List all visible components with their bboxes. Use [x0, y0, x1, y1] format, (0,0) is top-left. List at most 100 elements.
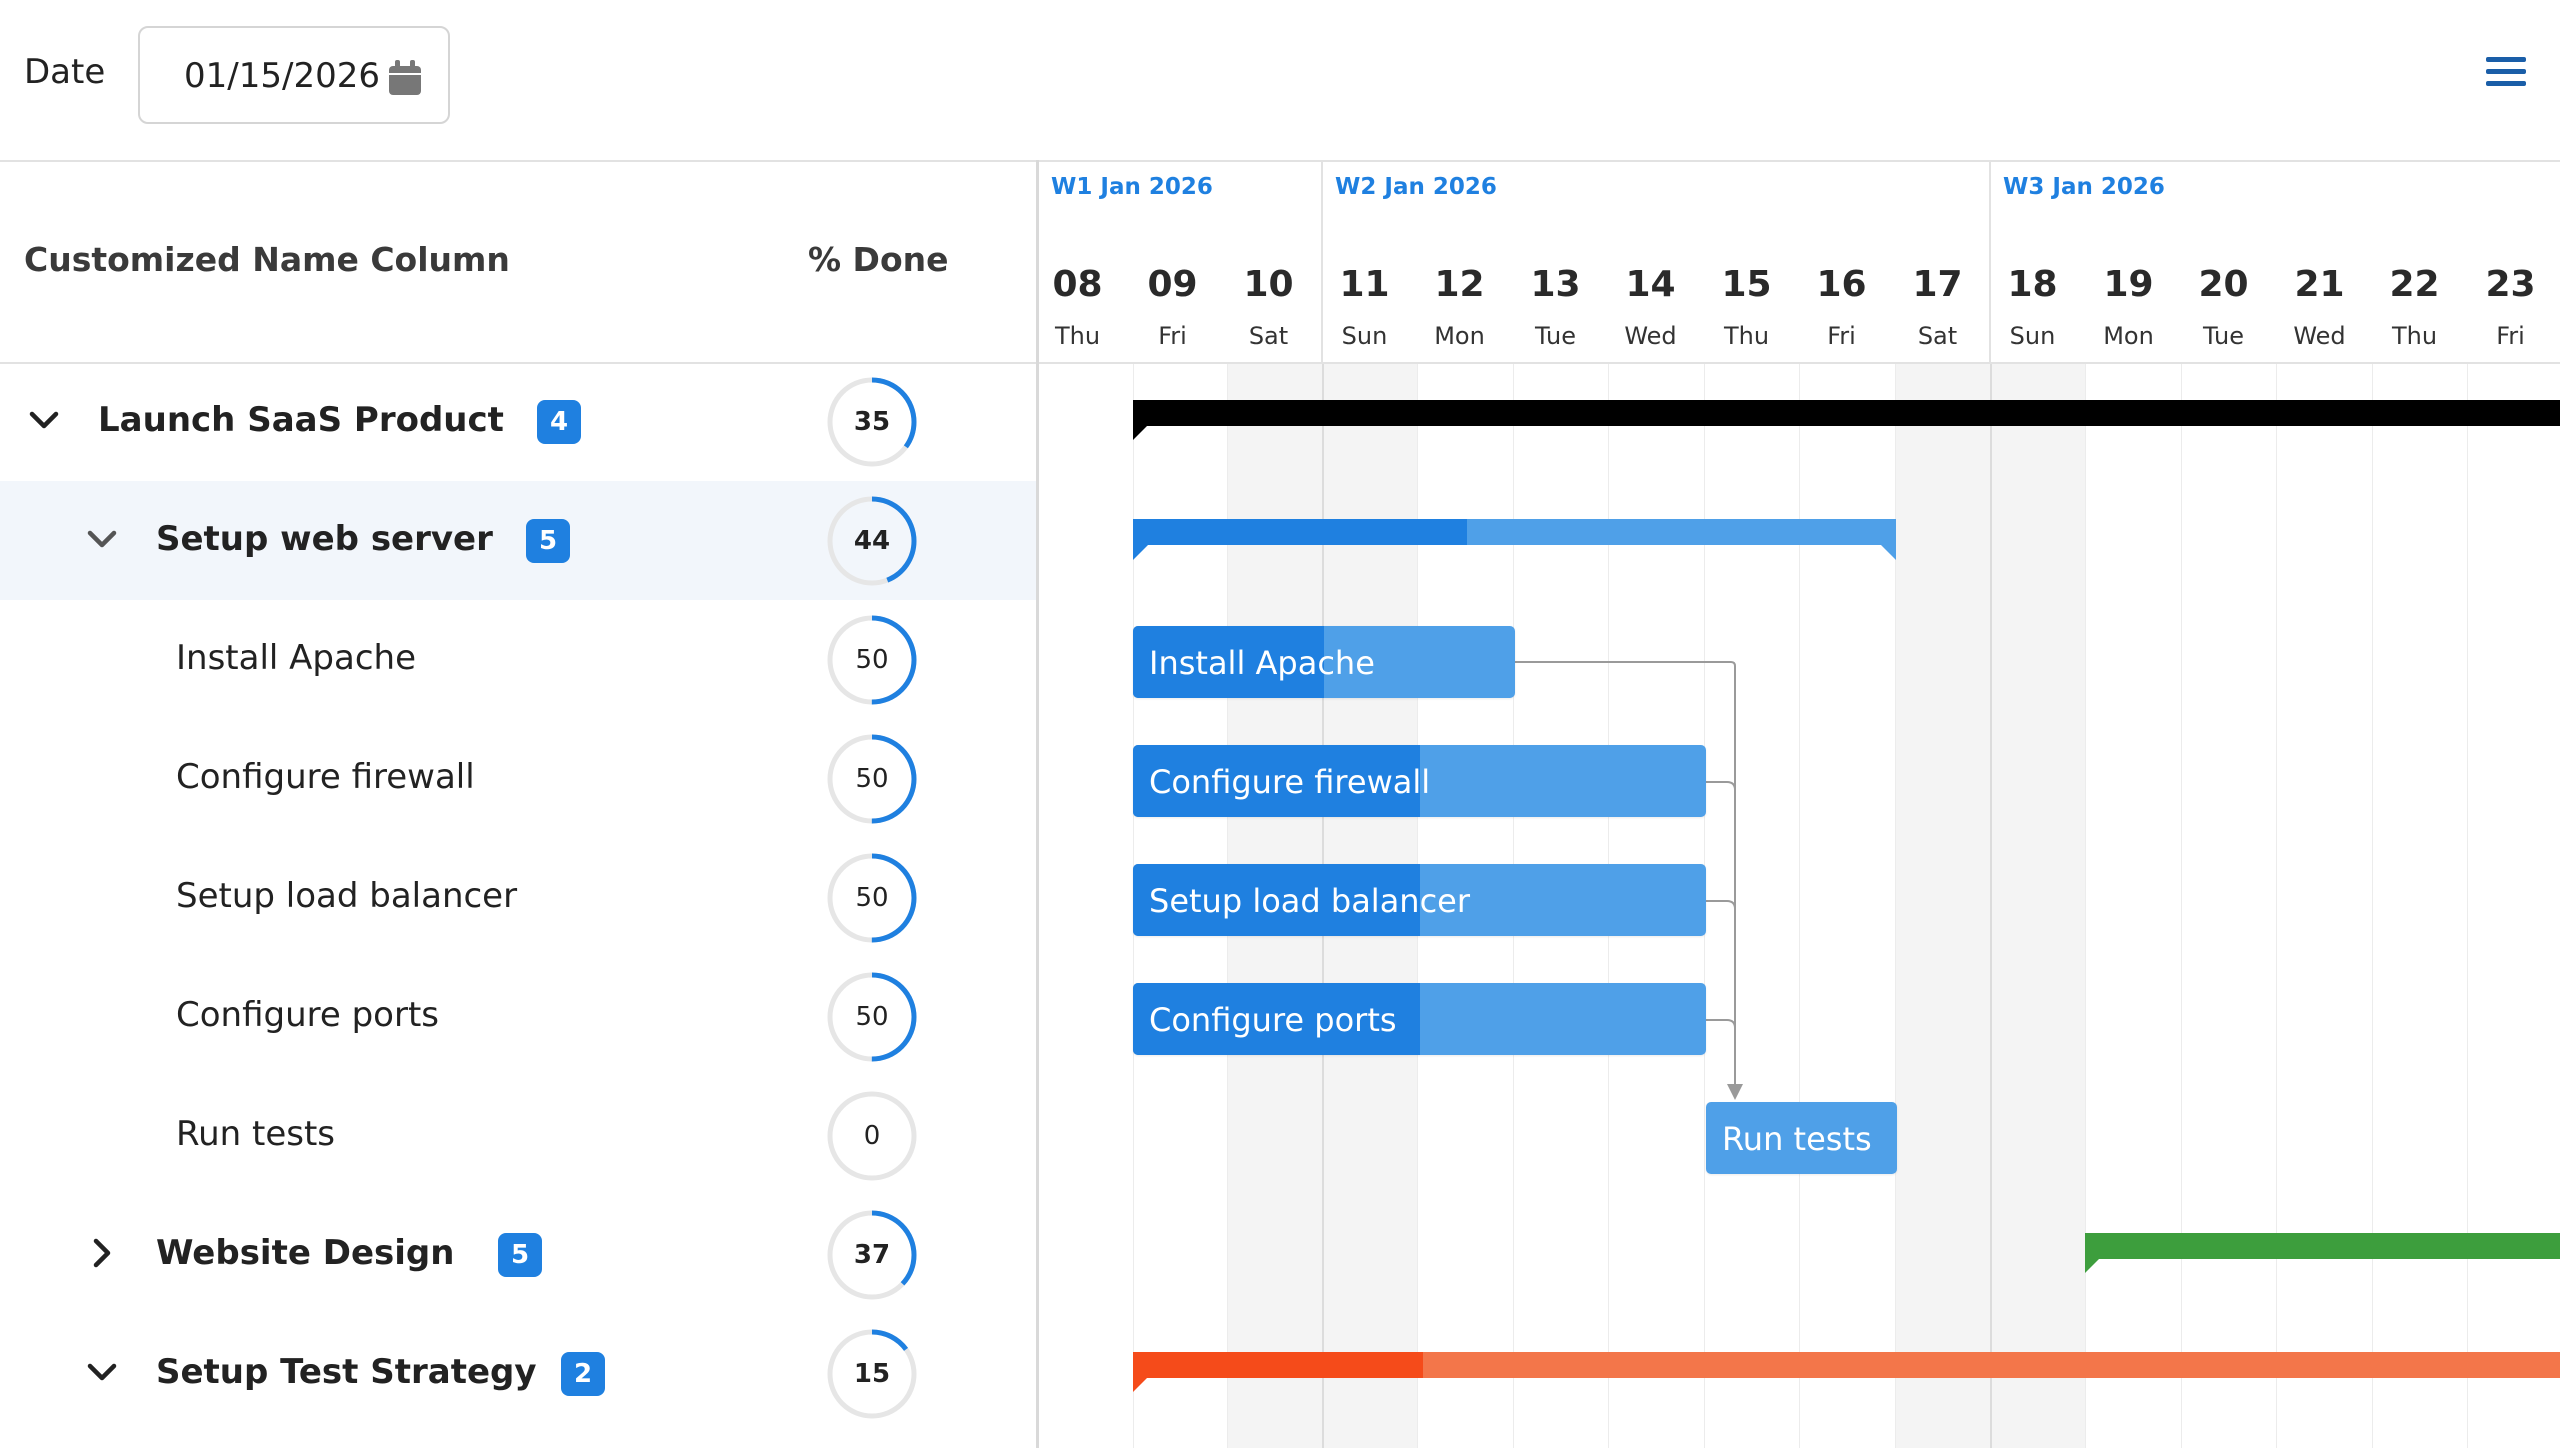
- child-count-badge: 5: [526, 519, 570, 563]
- grid-row-setup-load-balancer[interactable]: Setup load balancer 50: [0, 838, 1036, 957]
- day-name: Thu: [1054, 322, 1101, 350]
- child-count-badge: 5: [498, 1233, 542, 1277]
- day-name: Thu: [1723, 322, 1770, 350]
- task-name[interactable]: Setup web server: [156, 519, 493, 559]
- task-bar-label: Configure firewall: [1149, 763, 1431, 801]
- grid-row-website-design[interactable]: Website Design 5 37: [0, 1195, 1036, 1314]
- grid-body: Launch SaaS Product 4 35 Setup web serve…: [0, 362, 1036, 1448]
- child-count-badge: 2: [561, 1352, 605, 1396]
- task-bar-install-apache[interactable]: Install Apache: [1133, 626, 1515, 698]
- grid-row-install-apache[interactable]: Install Apache 50: [0, 600, 1036, 719]
- summary-bar-start-notch: [1133, 424, 1149, 440]
- day-number: 08: [1052, 264, 1103, 305]
- grid-header: Customized Name Column % Done: [0, 162, 1036, 364]
- summary-bar-website-design[interactable]: [2085, 1233, 2560, 1259]
- dependency-line: [1706, 1019, 1736, 1029]
- percent-done-ring: 35: [826, 376, 918, 468]
- percent-done-value: 50: [855, 645, 889, 675]
- task-bar-label: Run tests: [1722, 1120, 1872, 1158]
- percent-done-value: 0: [863, 1121, 881, 1151]
- task-bar-label: Install Apache: [1149, 644, 1375, 682]
- date-field[interactable]: [138, 26, 450, 124]
- task-bar-label: Configure ports: [1149, 1001, 1397, 1039]
- timeline-header: W1 Jan 2026 W2 Jan 2026 W3 Jan 2026 08 T…: [1039, 162, 2560, 364]
- task-bar-configure-firewall[interactable]: Configure firewall: [1133, 745, 1706, 817]
- dependency-line: [1706, 900, 1736, 910]
- task-name[interactable]: Configure ports: [176, 995, 439, 1035]
- day-name: Fri: [2496, 322, 2525, 350]
- toolbar: Date: [0, 0, 2560, 162]
- percent-done-value: 37: [853, 1240, 891, 1270]
- day-number: 09: [1147, 264, 1198, 305]
- percent-done-column-header[interactable]: % Done: [808, 240, 949, 279]
- chevron-down-icon[interactable]: [24, 400, 64, 440]
- day-name: Sat: [1917, 322, 1958, 350]
- day-number: 13: [1530, 264, 1581, 305]
- percent-done-value: 50: [855, 1002, 889, 1032]
- chevron-down-icon[interactable]: [82, 1352, 122, 1392]
- day-name: Tue: [2203, 322, 2244, 350]
- summary-bar-start-notch: [1133, 544, 1149, 560]
- timeline-body: Install Apache Configure firewall Setup …: [1039, 364, 2560, 1448]
- percent-done-value: 44: [853, 526, 891, 556]
- percent-done-ring: 50: [826, 733, 918, 825]
- summary-bar-launch-saas-product[interactable]: [1133, 400, 2560, 426]
- day-number: 23: [2485, 264, 2536, 305]
- grid-row-configure-ports[interactable]: Configure ports 50: [0, 957, 1036, 1076]
- date-input[interactable]: [184, 52, 384, 100]
- summary-bar-progress: [1133, 1352, 1423, 1378]
- child-count-badge: 4: [537, 400, 581, 444]
- grid-row-launch-saas-product[interactable]: Launch SaaS Product 4 35: [0, 362, 1036, 481]
- day-number: 16: [1816, 264, 1867, 305]
- day-number: 19: [2103, 264, 2154, 305]
- dependency-line: [1706, 781, 1736, 791]
- hamburger-menu-icon[interactable]: [2486, 50, 2526, 94]
- chevron-down-icon[interactable]: [82, 519, 122, 559]
- grid-row-run-tests[interactable]: Run tests 0: [0, 1076, 1036, 1195]
- percent-done-ring: 50: [826, 852, 918, 944]
- name-column-header[interactable]: Customized Name Column: [24, 240, 510, 279]
- day-name: Mon: [2103, 322, 2154, 350]
- day-number: 18: [2007, 264, 2058, 305]
- percent-done-ring: 50: [826, 614, 918, 706]
- task-name[interactable]: Website Design: [156, 1233, 454, 1273]
- week-label: W1 Jan 2026: [1051, 174, 1213, 200]
- task-bar-setup-load-balancer[interactable]: Setup load balancer: [1133, 864, 1706, 936]
- percent-done-ring: 44: [826, 495, 918, 587]
- calendar-icon[interactable]: [388, 60, 422, 96]
- grid-row-setup-test-strategy[interactable]: Setup Test Strategy 2 15: [0, 1314, 1036, 1433]
- task-name[interactable]: Launch SaaS Product: [98, 400, 504, 440]
- task-name[interactable]: Setup load balancer: [176, 876, 517, 916]
- day-number: 21: [2294, 264, 2345, 305]
- task-name[interactable]: Configure firewall: [176, 757, 475, 797]
- percent-done-value: 50: [855, 764, 889, 794]
- day-number: 11: [1339, 264, 1390, 305]
- day-number: 17: [1912, 264, 1963, 305]
- task-name[interactable]: Install Apache: [176, 638, 416, 678]
- day-name: Mon: [1434, 322, 1485, 350]
- day-number: 10: [1243, 264, 1294, 305]
- grid-row-setup-web-server[interactable]: Setup web server 5 44: [0, 481, 1036, 600]
- task-bar-run-tests[interactable]: Run tests: [1706, 1102, 1897, 1174]
- percent-done-ring: 15: [826, 1328, 918, 1420]
- day-name: Sat: [1248, 322, 1289, 350]
- task-bar-configure-ports[interactable]: Configure ports: [1133, 983, 1706, 1055]
- summary-bar-start-notch: [1133, 1376, 1149, 1392]
- day-number: 14: [1625, 264, 1676, 305]
- summary-bar-setup-test-strategy[interactable]: [1133, 1352, 2560, 1378]
- day-name: Tue: [1535, 322, 1576, 350]
- task-name[interactable]: Run tests: [176, 1114, 335, 1154]
- task-name[interactable]: Setup Test Strategy: [156, 1352, 537, 1392]
- day-name: Wed: [1624, 322, 1677, 350]
- summary-bar-end-notch: [1880, 544, 1896, 560]
- percent-done-value: 35: [853, 407, 891, 437]
- chevron-right-icon[interactable]: [82, 1233, 122, 1273]
- day-name: Sun: [1341, 322, 1388, 350]
- grid-row-configure-firewall[interactable]: Configure firewall 50: [0, 719, 1036, 838]
- day-name: Thu: [2391, 322, 2438, 350]
- day-number: 12: [1434, 264, 1485, 305]
- summary-bar-start-notch: [2085, 1257, 2101, 1273]
- summary-bar-setup-web-server[interactable]: [1133, 519, 1896, 545]
- percent-done-ring: 37: [826, 1209, 918, 1301]
- week-label: W2 Jan 2026: [1335, 174, 1497, 200]
